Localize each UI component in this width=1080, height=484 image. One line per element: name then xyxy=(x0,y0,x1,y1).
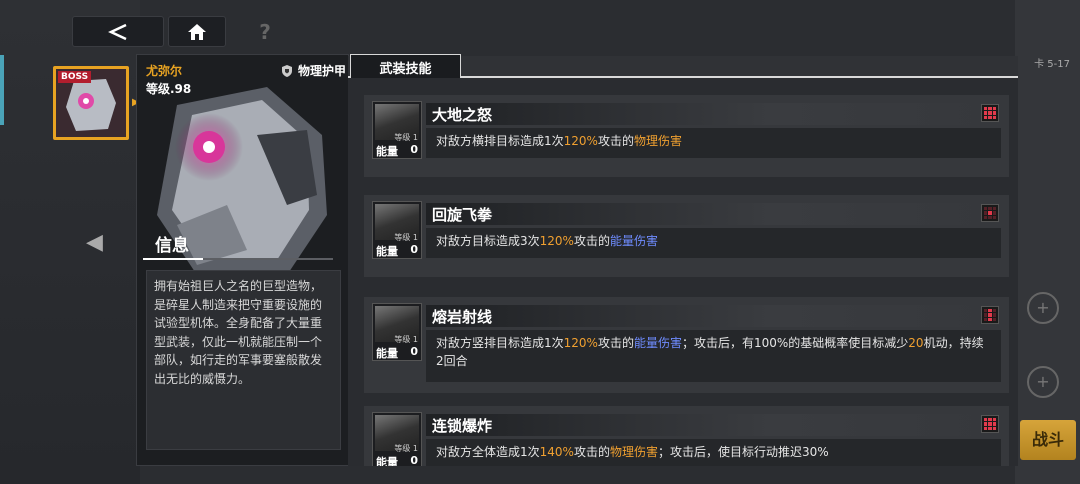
energy-value: 0 xyxy=(410,243,418,256)
energy-label: 能量 xyxy=(376,145,398,158)
skill-card[interactable]: 等级 1 能量 0 回旋飞拳对敌方目标造成3次120%攻击的能量伤害 xyxy=(364,195,1009,277)
skill-card[interactable]: 等级 1 能量 0 熔岩射线对敌方竖排目标造成1次120%攻击的能量伤害；攻击后，有1… xyxy=(364,297,1009,393)
energy-label: 能量 xyxy=(376,456,398,466)
help-button[interactable]: ? xyxy=(250,16,280,47)
armor-label: 物理护甲 xyxy=(298,64,347,78)
desc-fragment: 对敌方全体造成1次 xyxy=(436,445,540,459)
skill-title-bar xyxy=(426,103,1001,125)
skill-description: 对敌方横排目标造成1次120%攻击的物理伤害 xyxy=(426,128,1001,158)
tab-underline xyxy=(143,258,333,260)
desc-fragment: 能量伤害 xyxy=(609,234,658,248)
skill-title-bar xyxy=(426,305,1001,327)
skill-description: 对敌方竖排目标造成1次120%攻击的能量伤害；攻击后，有100%的基础概率使目标… xyxy=(426,330,1001,382)
boss-thumbnail[interactable]: BOSS xyxy=(53,66,129,140)
unit-level: 等级.98 xyxy=(146,82,192,96)
energy-value: 0 xyxy=(410,454,418,466)
tab-weapon-skills[interactable]: 武装技能 xyxy=(350,54,461,80)
unit-description: 拥有始祖巨人之名的巨型造物，是碎星人制造来把守重要设施的试验型机体。全身配备了大… xyxy=(146,270,341,450)
desc-fragment: 攻击的 xyxy=(573,445,610,459)
zoom-in-icon[interactable]: + xyxy=(1027,292,1059,324)
home-button[interactable] xyxy=(168,16,226,47)
desc-fragment: 120% xyxy=(563,336,598,350)
skill-level: 等级 1 xyxy=(394,335,418,344)
skill-description: 对敌方全体造成1次140%攻击的物理伤害；攻击后，使目标行动推迟30% xyxy=(426,439,1001,466)
unit-name: 尤弥尔 xyxy=(146,64,183,78)
desc-fragment: ；攻击后，有100%的基础概率使目标减少 xyxy=(681,336,909,350)
skill-name: 连锁爆炸 xyxy=(432,417,493,435)
skill-energy: 能量 0 xyxy=(372,243,422,259)
desc-fragment: 能量伤害 xyxy=(633,336,682,350)
skill-name: 大地之怒 xyxy=(432,106,493,124)
skill-energy: 能量 0 xyxy=(372,143,422,159)
desc-fragment: ；攻击后，使目标行动推迟30% xyxy=(657,445,829,459)
desc-fragment: 对敌方目标造成3次 xyxy=(436,234,540,248)
desc-fragment: 物理伤害 xyxy=(633,134,682,148)
energy-value: 0 xyxy=(410,345,418,358)
target-grid-icon[interactable] xyxy=(981,306,999,324)
home-icon xyxy=(188,23,206,40)
desc-fragment: 20 xyxy=(908,336,924,350)
target-grid-icon[interactable] xyxy=(981,104,999,122)
skill-title-bar xyxy=(426,203,1001,225)
armor-type: 物理护甲 xyxy=(280,62,346,79)
skill-level: 等级 1 xyxy=(394,233,418,242)
skill-name: 回旋飞拳 xyxy=(432,206,493,224)
battle-button[interactable]: 战斗 xyxy=(1020,420,1076,460)
skill-title-bar xyxy=(426,414,1001,436)
desc-fragment: 攻击的 xyxy=(597,336,634,350)
chevron-left-icon xyxy=(108,23,127,40)
desc-fragment: 对敌方横排目标造成1次 xyxy=(436,134,564,148)
desc-fragment: 120% xyxy=(539,234,574,248)
skill-name: 熔岩射线 xyxy=(432,308,493,326)
tab-info[interactable]: 信息 xyxy=(155,231,189,256)
back-button[interactable] xyxy=(72,16,164,47)
energy-value: 0 xyxy=(410,143,418,156)
desc-fragment: 物理伤害 xyxy=(609,445,658,459)
shield-icon xyxy=(282,64,292,77)
target-grid-icon[interactable] xyxy=(981,204,999,222)
skill-level: 等级 1 xyxy=(394,444,418,453)
stage-label: 卡 5-17 xyxy=(1034,59,1070,70)
info-panel: 尤弥尔 等级.98 物理护甲 信息 拥有始祖巨人之名的巨型造物，是碎星人制造来把… xyxy=(136,54,349,466)
energy-label: 能量 xyxy=(376,245,398,258)
skill-energy: 能量 0 xyxy=(372,454,422,466)
zoom-in-icon-2[interactable]: + xyxy=(1027,366,1059,398)
skill-card[interactable]: 等级 1 能量 0 大地之怒对敌方横排目标造成1次120%攻击的物理伤害 xyxy=(364,95,1009,177)
skill-description: 对敌方目标造成3次120%攻击的能量伤害 xyxy=(426,228,1001,258)
energy-label: 能量 xyxy=(376,347,398,360)
desc-fragment: 攻击的 xyxy=(597,134,634,148)
skill-level: 等级 1 xyxy=(394,133,418,142)
edge-indicator xyxy=(0,55,4,125)
desc-fragment: 攻击的 xyxy=(573,234,610,248)
skills-panel: 等级 1 能量 0 大地之怒 对敌方横排目标造成1次120%攻击的物理伤害 等级 1 能量 0… xyxy=(348,78,1018,466)
desc-fragment: 140% xyxy=(539,445,574,459)
target-grid-icon[interactable] xyxy=(981,415,999,433)
help-icon: ? xyxy=(259,19,271,44)
skill-energy: 能量 0 xyxy=(372,345,422,361)
desc-fragment: 120% xyxy=(563,134,598,148)
boss-badge: BOSS xyxy=(58,71,92,83)
right-background: 卡 5-17 + + 战斗 xyxy=(1015,0,1080,484)
desc-fragment: 对敌方竖排目标造成1次 xyxy=(436,336,564,350)
prev-chevron-icon[interactable]: ◀ xyxy=(86,230,103,255)
skill-card[interactable]: 等级 1 能量 0 连锁爆炸对敌方全体造成1次140%攻击的物理伤害；攻击后，使目标行… xyxy=(364,406,1009,466)
